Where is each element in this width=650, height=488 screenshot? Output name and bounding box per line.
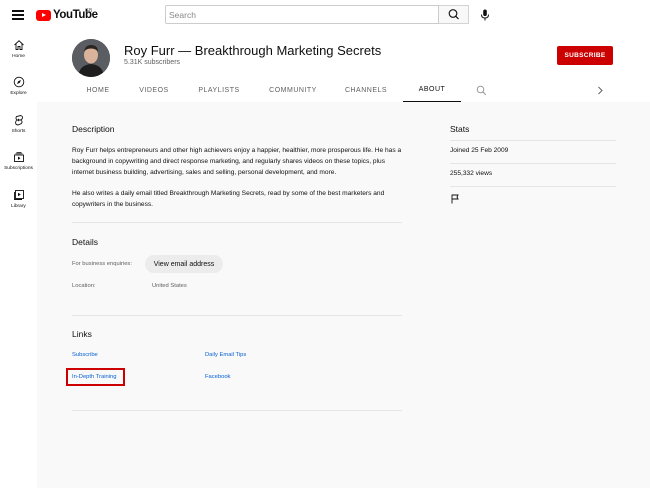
search-button[interactable] [439,5,469,24]
details-heading: Details [72,237,98,247]
home-icon [13,40,24,50]
divider [72,222,402,223]
link-daily-email-tips[interactable]: Daily Email Tips [205,352,246,358]
stats-heading: Stats [450,124,470,134]
view-email-button[interactable]: View email address [145,255,223,273]
youtube-play-icon [36,9,51,21]
description-text: Roy Furr helps entrepreneurs and other h… [72,146,402,211]
divider [72,410,402,411]
divider [450,140,616,141]
region-code: GB [85,8,93,14]
sidebar-item-label: Library [11,204,26,209]
tab-playlists[interactable]: PLAYLISTS [193,78,245,102]
location-label: Location: [72,283,96,289]
tab-community[interactable]: COMMUNITY [265,78,321,102]
subscriptions-icon [13,152,24,162]
highlight-annotation-box [66,368,125,386]
tab-channels[interactable]: CHANNELS [340,78,392,102]
links-heading: Links [72,329,92,339]
sidebar-item-label: Subscriptions [4,166,33,171]
link-facebook[interactable]: Facebook [205,374,230,380]
sidebar-item-explore[interactable]: Explore [0,76,37,96]
flag-icon[interactable] [450,194,460,204]
channel-search-icon[interactable] [476,85,487,96]
description-paragraph-1: Roy Furr helps entrepreneurs and other h… [72,147,402,176]
tab-about[interactable]: ABOUT [403,78,461,102]
tab-home[interactable]: HOME [81,78,115,102]
search-icon [448,9,459,20]
sidebar-item-label: Shorts [11,129,26,134]
sidebar: Home Explore Shorts Subscriptions Librar… [0,30,37,488]
tab-videos[interactable]: VIDEOS [134,78,174,102]
joined-date: Joined 25 Feb 2009 [450,147,509,154]
sidebar-item-label: Explore [10,91,27,96]
sidebar-item-library[interactable]: Library [0,189,37,209]
link-subscribe[interactable]: Subscribe [72,352,98,358]
chevron-right-icon[interactable] [595,85,605,96]
divider [450,186,616,187]
divider [72,315,402,316]
library-icon [13,190,24,200]
avatar-image [72,39,110,77]
description-paragraph-2: He also writes a daily email titled Brea… [72,190,385,208]
channel-title: Roy Furr — Breakthrough Marketing Secret… [124,43,382,58]
description-heading: Description [72,124,115,134]
subscriber-count: 5.31K subscribers [124,59,181,66]
channel-avatar[interactable] [72,39,110,77]
sidebar-item-label: Home [12,54,25,59]
sidebar-item-home[interactable]: Home [0,39,37,59]
menu-icon[interactable] [12,10,24,20]
compass-icon [13,76,24,88]
view-count: 255,332 views [450,170,493,177]
channel-tabs: HOME VIDEOS PLAYLISTS COMMUNITY CHANNELS… [37,78,650,102]
youtube-logo[interactable]: YouTube GB [36,8,98,21]
sidebar-item-shorts[interactable]: Shorts [0,114,37,134]
microphone-icon[interactable] [480,9,490,21]
location-value: United States [152,283,187,289]
search-input[interactable]: Search [165,5,439,24]
top-bar: YouTube GB Search [0,0,650,30]
sidebar-item-subscriptions[interactable]: Subscriptions [0,151,37,171]
business-enquiries-label: For business enquiries: [72,261,132,267]
divider [450,163,616,164]
subscribe-button[interactable]: SUBSCRIBE [557,46,613,65]
shorts-icon [14,115,23,126]
